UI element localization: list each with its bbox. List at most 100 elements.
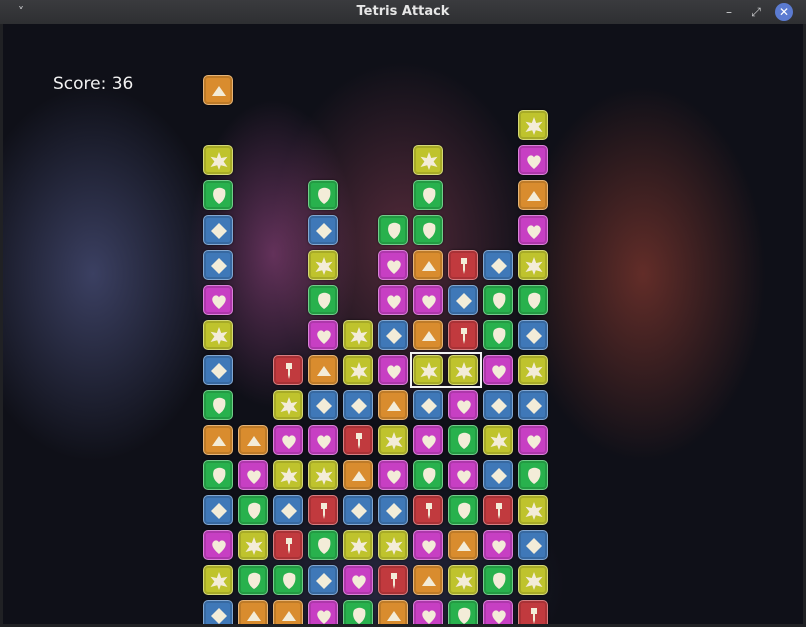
heart-tile[interactable] [483,355,513,385]
star-tile[interactable] [483,425,513,455]
diamond-tile[interactable] [483,390,513,420]
dagger-tile[interactable] [518,600,548,624]
heart-tile[interactable] [518,145,548,175]
shield-tile[interactable] [413,460,443,490]
shield-tile[interactable] [203,180,233,210]
heart-tile[interactable] [203,285,233,315]
diamond-tile[interactable] [203,215,233,245]
diamond-tile[interactable] [518,390,548,420]
star-tile[interactable] [203,145,233,175]
heart-tile[interactable] [483,530,513,560]
tile-grid[interactable] [3,24,803,624]
heart-tile[interactable] [448,460,478,490]
star-tile[interactable] [273,390,303,420]
star-tile[interactable] [308,250,338,280]
dagger-tile[interactable] [343,425,373,455]
heart-tile[interactable] [518,425,548,455]
triangle-tile[interactable] [413,250,443,280]
shield-tile[interactable] [203,460,233,490]
triangle-tile[interactable] [203,75,233,105]
swap-cursor[interactable] [410,352,482,388]
star-tile[interactable] [343,320,373,350]
shield-tile[interactable] [308,285,338,315]
triangle-tile[interactable] [518,180,548,210]
star-tile[interactable] [518,565,548,595]
heart-tile[interactable] [413,600,443,624]
heart-tile[interactable] [413,425,443,455]
heart-tile[interactable] [448,390,478,420]
triangle-tile[interactable] [378,390,408,420]
diamond-tile[interactable] [448,285,478,315]
shield-tile[interactable] [483,565,513,595]
shield-tile[interactable] [238,495,268,525]
diamond-tile[interactable] [483,250,513,280]
diamond-tile[interactable] [203,495,233,525]
diamond-tile[interactable] [518,320,548,350]
close-icon[interactable]: ✕ [775,3,793,21]
diamond-tile[interactable] [273,495,303,525]
diamond-tile[interactable] [378,495,408,525]
star-tile[interactable] [238,530,268,560]
heart-tile[interactable] [378,460,408,490]
star-tile[interactable] [518,250,548,280]
dagger-tile[interactable] [378,565,408,595]
star-tile[interactable] [203,320,233,350]
minimize-icon[interactable]: – [720,3,738,21]
heart-tile[interactable] [413,530,443,560]
triangle-tile[interactable] [343,460,373,490]
star-tile[interactable] [343,355,373,385]
heart-tile[interactable] [308,320,338,350]
triangle-tile[interactable] [238,425,268,455]
shield-tile[interactable] [483,320,513,350]
dagger-tile[interactable] [308,495,338,525]
heart-tile[interactable] [238,460,268,490]
game-board[interactable]: Score: 36 [3,24,803,624]
shield-tile[interactable] [413,215,443,245]
shield-tile[interactable] [273,565,303,595]
triangle-tile[interactable] [238,600,268,624]
shield-tile[interactable] [448,600,478,624]
triangle-tile[interactable] [413,320,443,350]
star-tile[interactable] [378,530,408,560]
heart-tile[interactable] [308,425,338,455]
diamond-tile[interactable] [378,320,408,350]
diamond-tile[interactable] [413,390,443,420]
heart-tile[interactable] [518,215,548,245]
heart-tile[interactable] [413,285,443,315]
heart-tile[interactable] [343,565,373,595]
star-tile[interactable] [518,355,548,385]
star-tile[interactable] [518,495,548,525]
diamond-tile[interactable] [203,600,233,624]
shield-tile[interactable] [413,180,443,210]
triangle-tile[interactable] [448,530,478,560]
heart-tile[interactable] [483,600,513,624]
star-tile[interactable] [518,110,548,140]
diamond-tile[interactable] [518,530,548,560]
dagger-tile[interactable] [273,355,303,385]
diamond-tile[interactable] [308,215,338,245]
star-tile[interactable] [343,530,373,560]
diamond-tile[interactable] [343,495,373,525]
shield-tile[interactable] [343,600,373,624]
triangle-tile[interactable] [203,425,233,455]
diamond-tile[interactable] [203,355,233,385]
shield-tile[interactable] [378,215,408,245]
dagger-tile[interactable] [413,495,443,525]
star-tile[interactable] [273,460,303,490]
star-tile[interactable] [448,565,478,595]
dagger-tile[interactable] [483,495,513,525]
heart-tile[interactable] [378,355,408,385]
diamond-tile[interactable] [308,565,338,595]
shield-tile[interactable] [518,285,548,315]
dagger-tile[interactable] [448,320,478,350]
shield-tile[interactable] [203,390,233,420]
shield-tile[interactable] [483,285,513,315]
diamond-tile[interactable] [483,460,513,490]
diamond-tile[interactable] [203,250,233,280]
heart-tile[interactable] [378,285,408,315]
shield-tile[interactable] [448,495,478,525]
shield-tile[interactable] [518,460,548,490]
heart-tile[interactable] [378,250,408,280]
shield-tile[interactable] [238,565,268,595]
dagger-tile[interactable] [448,250,478,280]
